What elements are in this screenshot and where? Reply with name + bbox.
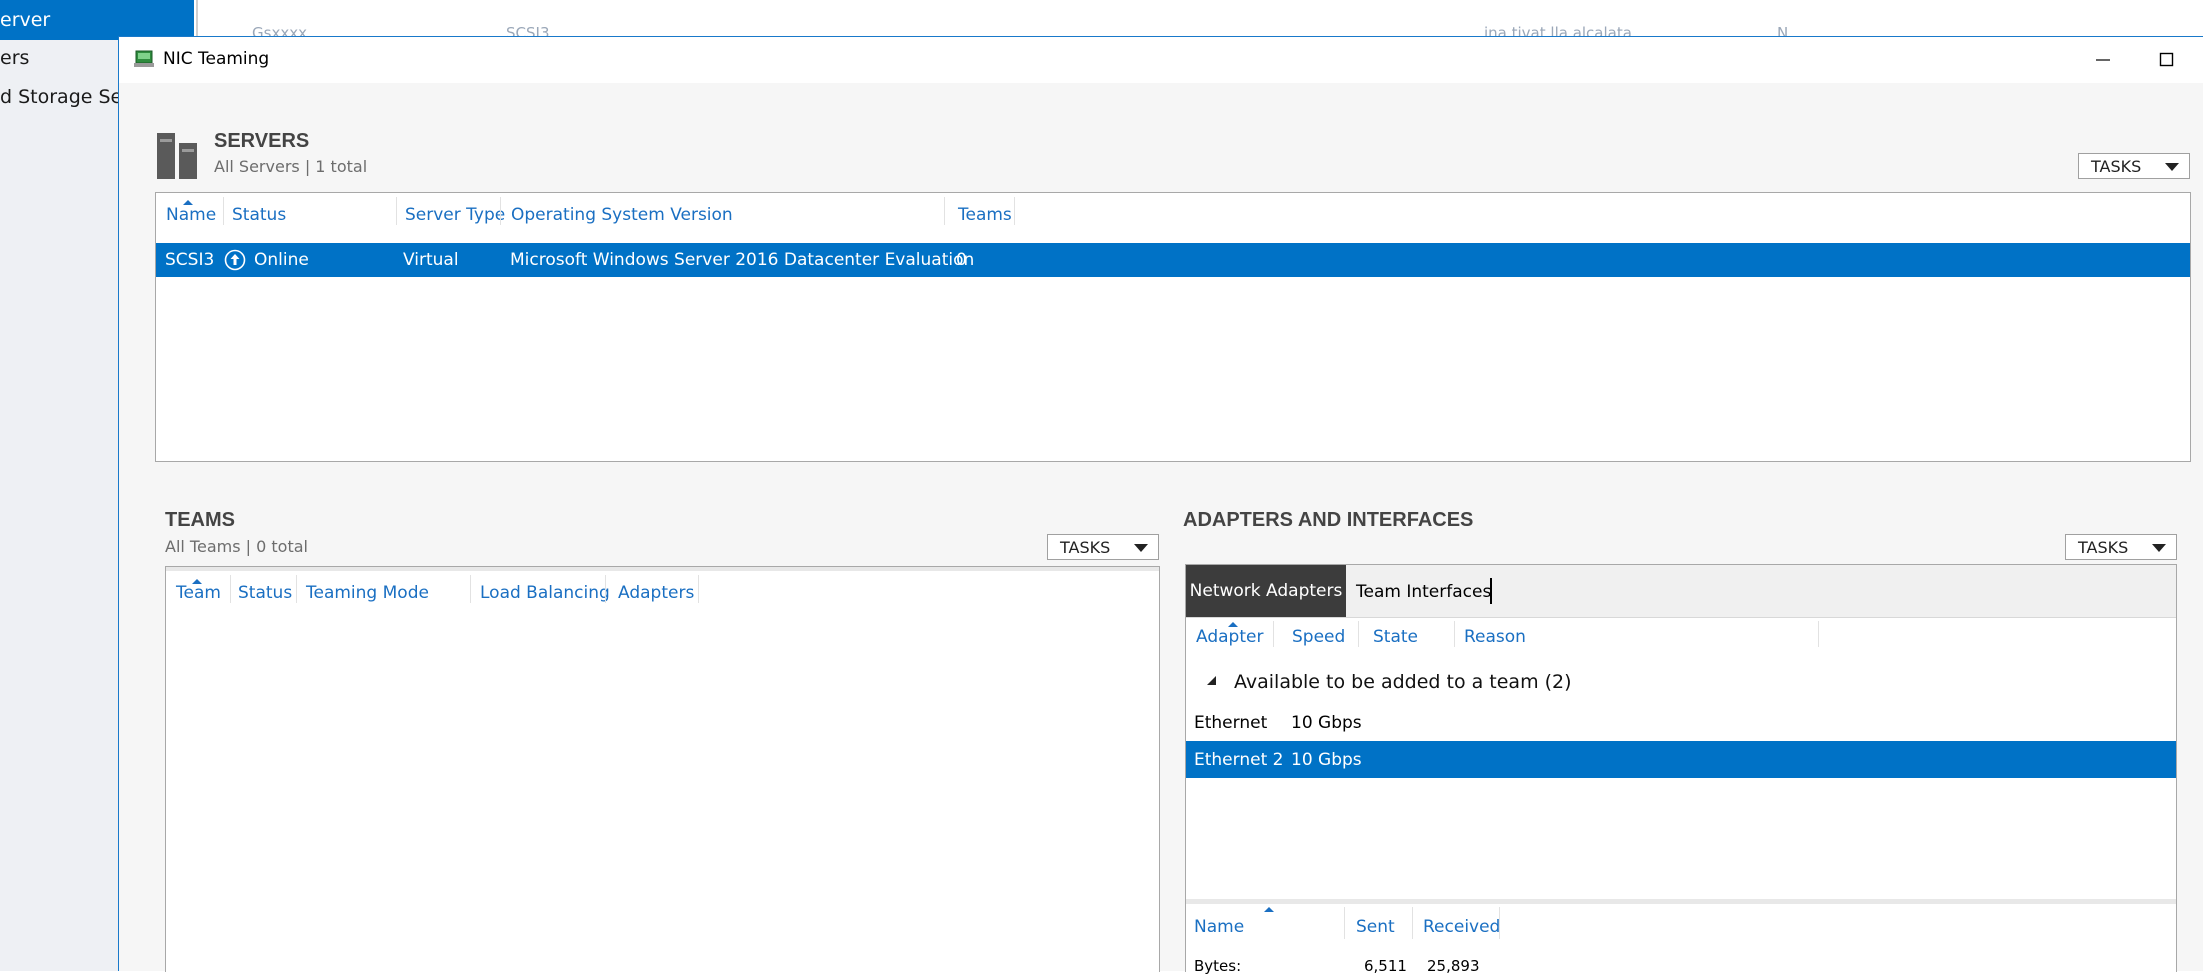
dropdown-arrow-icon — [2165, 163, 2179, 171]
column-header-sent[interactable]: Sent — [1356, 917, 1395, 937]
nic-teaming-dialog: NIC Teaming SERVERS All Servers | 1 tota… — [118, 36, 2203, 975]
dialog-title: NIC Teaming — [163, 49, 270, 69]
column-separator[interactable] — [223, 197, 224, 225]
tasks-label: TASKS — [2091, 156, 2142, 176]
minimize-icon — [2096, 59, 2110, 61]
servers-grid[interactable]: Name Status Server Type Operating System… — [155, 192, 2191, 462]
adapter-speed: 10 Gbps — [1291, 750, 1362, 770]
servers-tasks-button[interactable]: TASKS — [2078, 153, 2190, 179]
column-separator[interactable] — [944, 197, 945, 225]
adapter-row[interactable]: Ethernet 10 Gbps — [1186, 706, 2176, 740]
adapter-name: Ethernet — [1194, 713, 1268, 733]
server-os-version: Microsoft Windows Server 2016 Datacenter… — [510, 250, 975, 270]
dropdown-arrow-icon — [2152, 544, 2166, 552]
column-separator[interactable] — [1358, 621, 1359, 647]
teams-grid[interactable]: Team Status Teaming Mode Load Balancing … — [165, 566, 1160, 972]
stat-name: Bytes: — [1194, 957, 1242, 975]
column-header-state[interactable]: State — [1373, 627, 1418, 647]
column-separator[interactable] — [698, 575, 699, 603]
background-content — [198, 0, 2203, 36]
column-header-reason[interactable]: Reason — [1464, 627, 1526, 647]
column-separator[interactable] — [296, 575, 297, 603]
adapter-row-selected[interactable]: Ethernet 2 10 Gbps — [1186, 741, 2176, 778]
column-separator[interactable] — [605, 575, 606, 603]
column-header-teams[interactable]: Teams — [958, 205, 1012, 225]
column-header-speed[interactable]: Speed — [1292, 627, 1345, 647]
column-header-server-type[interactable]: Server Type — [405, 205, 505, 225]
servers-subtitle: All Servers | 1 total — [214, 157, 368, 176]
tab-network-adapters[interactable]: Network Adapters — [1186, 565, 1346, 617]
server-name: SCSI3 — [165, 250, 215, 270]
tasks-label: TASKS — [1060, 537, 1111, 557]
column-header-team[interactable]: Team — [176, 583, 221, 603]
column-header-status[interactable]: Status — [238, 583, 292, 603]
collapse-group-icon[interactable] — [1206, 675, 1218, 687]
column-separator[interactable] — [1344, 907, 1345, 939]
teams-title: TEAMS — [165, 509, 235, 531]
column-separator[interactable] — [1273, 621, 1274, 647]
column-separator[interactable] — [470, 575, 471, 603]
column-separator[interactable] — [1014, 197, 1015, 225]
teams-tasks-button[interactable]: TASKS — [1047, 534, 1159, 560]
server-type: Virtual — [403, 250, 459, 270]
column-separator[interactable] — [1454, 621, 1455, 647]
maximize-button[interactable] — [2144, 45, 2190, 75]
adapter-speed: 10 Gbps — [1291, 713, 1362, 733]
grid-top-strip — [166, 567, 1159, 571]
maximize-icon — [2159, 52, 2174, 67]
background-divider — [196, 0, 198, 36]
stat-sent: 6,511 — [1364, 957, 1407, 975]
server-teams-count: 0 — [956, 250, 967, 270]
column-header-load-balancing[interactable]: Load Balancing — [480, 583, 610, 603]
column-header-received[interactable]: Received — [1423, 917, 1500, 937]
background-sidebar-item[interactable]: d Storage Ser — [0, 86, 118, 108]
column-header-adapters[interactable]: Adapters — [618, 583, 694, 603]
tab-divider — [1186, 617, 2176, 618]
column-separator[interactable] — [500, 197, 501, 225]
server-status: Online — [254, 250, 309, 270]
text-cursor — [1490, 578, 1492, 604]
splitter[interactable] — [1186, 899, 2176, 904]
column-separator[interactable] — [396, 197, 397, 225]
servers-icon — [157, 133, 197, 179]
column-separator[interactable] — [230, 575, 231, 603]
adapters-title: ADAPTERS AND INTERFACES — [1183, 509, 1474, 531]
background-sidebar-item[interactable]: ers — [0, 47, 118, 69]
column-header-adapter[interactable]: Adapter — [1196, 627, 1263, 647]
servers-title: SERVERS — [214, 130, 310, 152]
title-bar[interactable]: NIC Teaming — [119, 37, 2203, 83]
stat-received: 25,893 — [1427, 957, 1480, 975]
sort-ascending-icon — [1264, 907, 1274, 912]
column-header-teaming-mode[interactable]: Teaming Mode — [306, 583, 429, 603]
minimize-button[interactable] — [2080, 45, 2126, 75]
column-header-name[interactable]: Name — [166, 205, 216, 225]
tasks-label: TASKS — [2078, 537, 2129, 557]
column-separator[interactable] — [1818, 621, 1819, 647]
tab-team-interfaces[interactable]: Team Interfaces — [1356, 582, 1491, 602]
online-status-icon — [224, 249, 246, 271]
column-separator[interactable] — [1499, 907, 1500, 939]
nic-teaming-icon — [134, 50, 154, 67]
column-header-os-version[interactable]: Operating System Version — [511, 205, 733, 225]
background-sidebar-selected-item[interactable]: erver — [0, 0, 194, 40]
background-sidebar — [0, 0, 118, 971]
column-header-stat-name[interactable]: Name — [1194, 917, 1244, 937]
column-separator[interactable] — [1412, 907, 1413, 939]
adapter-name: Ethernet 2 — [1194, 750, 1284, 770]
column-header-status[interactable]: Status — [232, 205, 286, 225]
group-header-available[interactable]: Available to be added to a team (2) — [1234, 671, 1572, 693]
server-row[interactable]: SCSI3 Online Virtual Microsoft Windows S… — [156, 243, 2190, 277]
adapters-panel: Network Adapters Team Interfaces Adapter… — [1185, 564, 2177, 975]
adapters-tasks-button[interactable]: TASKS — [2065, 534, 2177, 560]
dropdown-arrow-icon — [1134, 544, 1148, 552]
teams-subtitle: All Teams | 0 total — [165, 537, 308, 556]
